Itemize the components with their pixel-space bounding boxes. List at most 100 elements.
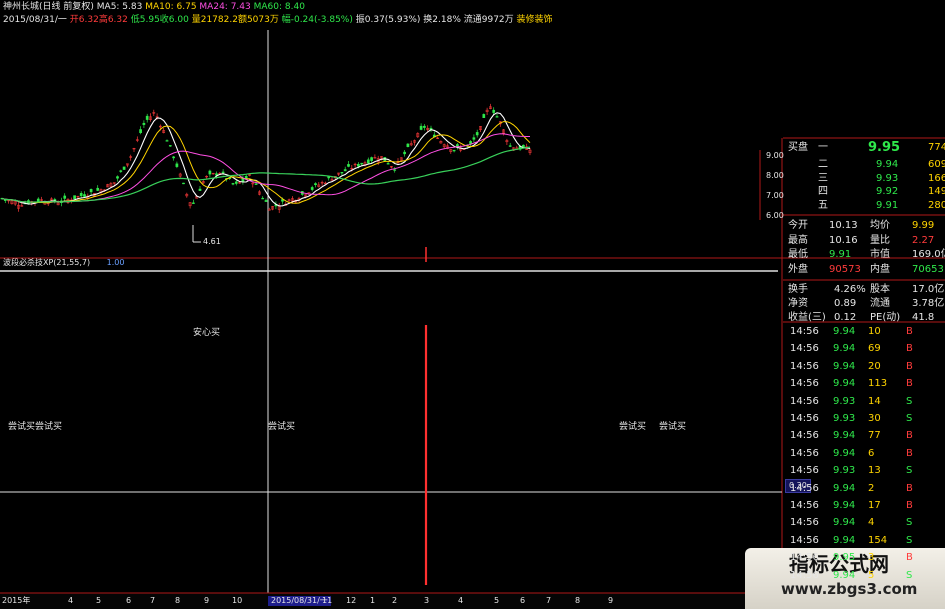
tick-price: 9.93	[833, 395, 856, 407]
tick-price: 9.94	[833, 517, 856, 529]
stat-label: PE(动)	[870, 312, 901, 323]
stat-label: 外盘	[788, 263, 808, 275]
stat-label: 换手	[788, 284, 808, 295]
candle-body	[83, 194, 86, 197]
tick-price: 9.94	[833, 569, 856, 581]
bar-change: 幅-0.24(-3.85%)	[281, 15, 353, 25]
stat-value: 17.0亿	[912, 284, 945, 295]
stock-terminal: 神州长城(日线 前复权) MA5: 5.83 MA10: 6.75 MA24: …	[0, 0, 945, 609]
tick-direction: B	[906, 552, 913, 564]
indicator-name[interactable]: 波段必杀技XP(21,55,7)	[3, 258, 90, 267]
candlestick-series	[0, 103, 532, 214]
axis-month: 7	[150, 596, 156, 605]
candle-body	[366, 159, 370, 164]
candle-body	[403, 151, 406, 155]
axis-month: 3	[424, 596, 430, 605]
axis-year: 2015年	[2, 596, 31, 605]
tick-volume: 4	[868, 517, 875, 529]
signal-try-buy: 尝试买	[659, 422, 687, 432]
axis-month: 2	[392, 596, 398, 605]
bid-price-1: 9.95	[868, 140, 901, 155]
bid-price: 9.92	[876, 186, 899, 197]
bid-price: 9.94	[876, 159, 899, 170]
candle-body	[406, 143, 410, 147]
bid-label: 买盘	[788, 142, 808, 153]
tick-direction: S	[906, 569, 913, 581]
stat-label: 收益(三)	[788, 312, 826, 323]
candle-body	[370, 157, 373, 161]
tick-volume: 13	[868, 465, 881, 477]
candle-body	[357, 163, 360, 167]
ma5-label: MA5: 5.83	[96, 2, 143, 12]
stat-label: 流通	[870, 298, 890, 309]
candle-body	[79, 193, 83, 197]
candle-body	[360, 162, 364, 165]
candle-body	[119, 170, 123, 172]
candle-body	[393, 169, 397, 171]
bar-volume: 量21782.2	[191, 15, 238, 25]
tick-volume: 5	[868, 569, 875, 581]
axis-month: 8	[575, 596, 581, 605]
price-axis-label: 9.00	[766, 151, 784, 160]
candle-body	[208, 170, 212, 175]
tick-price: 9.93	[833, 413, 856, 424]
axis-month: 7	[546, 596, 552, 605]
tick-time: 14:56	[790, 430, 819, 442]
signal-safe-buy: 安心买	[193, 328, 221, 338]
industry-tag[interactable]: 装修装饰	[517, 15, 553, 25]
bar-close: 收6.00	[159, 15, 189, 25]
bar-turnover: 换2.18%	[423, 15, 461, 25]
candle-body	[89, 189, 93, 193]
stat-label: 量比	[870, 234, 890, 246]
candle-body	[386, 163, 390, 165]
tick-time: 14:56	[790, 552, 819, 564]
candle-body	[347, 164, 350, 167]
tick-volume: 20	[868, 360, 881, 372]
candle-body	[472, 137, 476, 140]
axis-month: 11	[322, 596, 333, 605]
axis-month: 6	[126, 596, 132, 605]
candle-body	[267, 209, 271, 211]
watermark-url: www.zbgs3.com	[781, 580, 918, 598]
tick-direction: B	[906, 326, 913, 337]
price-axis-label: 6.00	[766, 211, 784, 220]
stat-value: 90573	[829, 263, 861, 275]
candle-body	[419, 125, 423, 130]
axis-month: 6	[520, 596, 526, 605]
stat-value: 2.27	[912, 234, 935, 246]
tick-volume: 6	[868, 447, 875, 459]
tick-direction: B	[906, 360, 913, 372]
axis-month: 9	[204, 596, 210, 605]
bid-volume: 609	[928, 159, 945, 170]
axis-month: 9	[608, 596, 614, 605]
axis-month: 12	[346, 596, 357, 605]
tick-direction: S	[906, 395, 913, 407]
bar-date: 2015/08/31/一	[3, 15, 67, 25]
stat-label: 市值	[870, 249, 890, 260]
tick-volume: 69	[868, 343, 881, 355]
tick-time: 14:56	[790, 395, 819, 407]
signal-try-buy: 尝试买	[619, 422, 647, 432]
axis-month: 8	[175, 596, 181, 605]
tick-direction: S	[906, 517, 913, 529]
tick-direction: B	[906, 430, 913, 442]
stat-value: 0.12	[834, 312, 857, 323]
candle-body	[314, 183, 317, 185]
stock-name: 神州长城(日线 前复权)	[3, 2, 94, 12]
stat-value: 9.99	[912, 220, 935, 231]
bid-level: 二	[818, 159, 828, 170]
tick-price: 9.94	[833, 534, 856, 546]
stat-value: 41.8	[912, 312, 935, 323]
tick-time: 14:56	[790, 360, 819, 372]
ma60-label: MA60: 8.40	[253, 2, 305, 12]
axis-month: 5	[494, 596, 500, 605]
candle-body	[182, 182, 185, 185]
candle-body	[234, 181, 238, 184]
axis-month: 1	[370, 596, 376, 605]
tick-direction: S	[906, 465, 913, 477]
candle-body	[495, 116, 499, 118]
tick-volume: 113	[868, 378, 888, 390]
stat-label: 最低	[788, 249, 808, 260]
tick-volume: 3	[868, 552, 875, 564]
candle-body	[192, 202, 195, 204]
